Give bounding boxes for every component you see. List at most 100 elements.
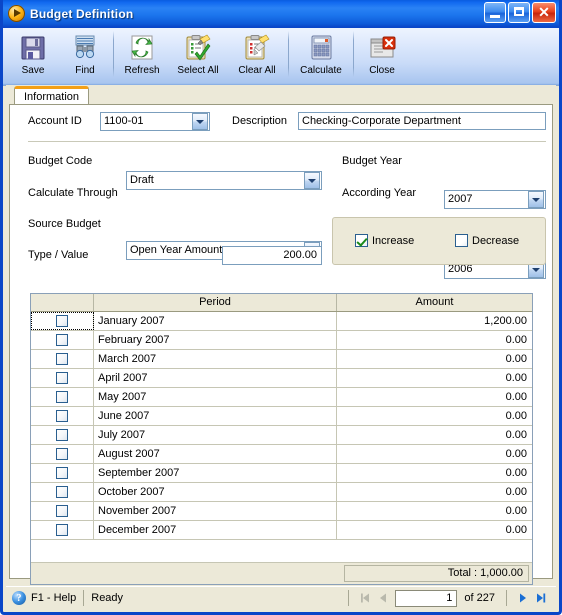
period-cell: January 2007 bbox=[94, 312, 337, 330]
budget-year-combo[interactable]: 2007 bbox=[444, 190, 546, 209]
grid-header-amount[interactable]: Amount bbox=[337, 294, 532, 311]
account-id-combo[interactable]: 1100-01 bbox=[100, 112, 210, 131]
checkbox-unchecked-icon[interactable] bbox=[56, 467, 68, 479]
status-message: Ready bbox=[91, 592, 124, 604]
find-button[interactable]: Find bbox=[59, 28, 111, 82]
row-select-cell[interactable] bbox=[31, 445, 94, 463]
chevron-down-icon[interactable] bbox=[528, 191, 544, 208]
account-id-label: Account ID bbox=[28, 115, 82, 127]
amount-cell[interactable]: 0.00 bbox=[337, 388, 532, 406]
row-select-cell[interactable] bbox=[31, 464, 94, 482]
chevron-down-icon[interactable] bbox=[304, 172, 320, 189]
row-select-cell[interactable] bbox=[31, 312, 94, 330]
floppy-disk-save-icon bbox=[18, 32, 48, 64]
table-row[interactable]: September 2007 0.00 bbox=[31, 464, 532, 483]
amount-cell[interactable]: 0.00 bbox=[337, 445, 532, 463]
table-row[interactable]: March 2007 0.00 bbox=[31, 350, 532, 369]
table-row[interactable]: February 2007 0.00 bbox=[31, 331, 532, 350]
period-cell: September 2007 bbox=[94, 464, 337, 482]
amount-cell[interactable]: 0.00 bbox=[337, 350, 532, 368]
budget-code-combo[interactable]: Draft bbox=[126, 171, 322, 190]
row-select-cell[interactable] bbox=[31, 369, 94, 387]
checkbox-unchecked-icon[interactable] bbox=[56, 334, 68, 346]
increase-decrease-group: Increase Decrease bbox=[332, 217, 546, 265]
minimize-button[interactable] bbox=[484, 2, 506, 23]
close-button[interactable]: ✕ bbox=[532, 2, 556, 23]
save-button[interactable]: Save bbox=[7, 28, 59, 82]
close-toolbar-label: Close bbox=[369, 65, 395, 76]
amount-cell[interactable]: 0.00 bbox=[337, 407, 532, 425]
toolbar: Save Find Refresh Select All Clear All C… bbox=[3, 28, 559, 86]
amount-cell[interactable]: 0.00 bbox=[337, 464, 532, 482]
period-cell: April 2007 bbox=[94, 369, 337, 387]
checkbox-unchecked-icon[interactable] bbox=[56, 429, 68, 441]
clipboard-eraser-icon bbox=[242, 32, 272, 64]
source-budget-label: Source Budget bbox=[28, 218, 101, 230]
table-row[interactable]: July 2007 0.00 bbox=[31, 426, 532, 445]
table-row[interactable]: June 2007 0.00 bbox=[31, 407, 532, 426]
row-select-cell[interactable] bbox=[31, 521, 94, 539]
chevron-down-icon[interactable] bbox=[192, 113, 208, 130]
row-select-cell[interactable] bbox=[31, 483, 94, 501]
calculate-through-label: Calculate Through bbox=[28, 187, 118, 199]
page-number-input[interactable]: 1 bbox=[395, 589, 458, 607]
checkbox-unchecked-icon[interactable] bbox=[56, 486, 68, 498]
maximize-button[interactable] bbox=[508, 2, 530, 23]
amount-cell[interactable]: 0.00 bbox=[337, 369, 532, 387]
tab-information[interactable]: Information bbox=[14, 86, 90, 106]
row-select-cell[interactable] bbox=[31, 331, 94, 349]
checkbox-unchecked-icon[interactable] bbox=[56, 505, 68, 517]
table-row[interactable]: November 2007 0.00 bbox=[31, 502, 532, 521]
grid-header-row: Period Amount bbox=[31, 294, 532, 312]
row-select-cell[interactable] bbox=[31, 502, 94, 520]
decrease-checkbox[interactable]: Decrease bbox=[455, 234, 519, 247]
last-record-icon[interactable] bbox=[532, 589, 550, 607]
checkbox-unchecked-icon[interactable] bbox=[56, 410, 68, 422]
calculate-button[interactable]: Calculate bbox=[291, 28, 351, 82]
grid-header-select[interactable] bbox=[31, 294, 94, 311]
description-input[interactable]: Checking-Corporate Department bbox=[298, 112, 546, 130]
period-cell: October 2007 bbox=[94, 483, 337, 501]
checkbox-unchecked-icon[interactable] bbox=[56, 391, 68, 403]
amount-cell[interactable]: 0.00 bbox=[337, 331, 532, 349]
previous-record-icon[interactable] bbox=[374, 589, 392, 607]
budget-year-label: Budget Year bbox=[342, 155, 402, 167]
row-select-cell[interactable] bbox=[31, 388, 94, 406]
refresh-button[interactable]: Refresh bbox=[116, 28, 168, 82]
table-row[interactable]: April 2007 0.00 bbox=[31, 369, 532, 388]
row-select-cell[interactable] bbox=[31, 350, 94, 368]
checkbox-unchecked-icon[interactable] bbox=[56, 448, 68, 460]
status-bar: ? F1 - Help Ready 1 of 227 bbox=[6, 586, 556, 609]
window-title: Budget Definition bbox=[30, 6, 134, 21]
close-toolbar-button[interactable]: Close bbox=[356, 28, 408, 82]
grid-header-period[interactable]: Period bbox=[94, 294, 337, 311]
select-all-button[interactable]: Select All bbox=[168, 28, 228, 82]
period-cell: November 2007 bbox=[94, 502, 337, 520]
amount-cell[interactable]: 0.00 bbox=[337, 426, 532, 444]
amount-cell[interactable]: 0.00 bbox=[337, 502, 532, 520]
first-record-icon[interactable] bbox=[356, 589, 374, 607]
period-cell: July 2007 bbox=[94, 426, 337, 444]
help-section[interactable]: ? F1 - Help bbox=[6, 589, 76, 607]
increase-label: Increase bbox=[372, 234, 415, 247]
table-row[interactable]: May 2007 0.00 bbox=[31, 388, 532, 407]
row-select-cell[interactable] bbox=[31, 407, 94, 425]
amount-cell[interactable]: 1,200.00 bbox=[337, 312, 532, 330]
checkbox-unchecked-icon[interactable] bbox=[56, 315, 68, 327]
clear-all-button[interactable]: Clear All bbox=[228, 28, 286, 82]
table-row[interactable]: January 2007 1,200.00 bbox=[31, 312, 532, 331]
row-select-cell[interactable] bbox=[31, 426, 94, 444]
checkbox-unchecked-icon[interactable] bbox=[56, 372, 68, 384]
increase-checkbox[interactable]: Increase bbox=[355, 234, 414, 247]
amount-cell[interactable]: 0.00 bbox=[337, 483, 532, 501]
table-row[interactable]: October 2007 0.00 bbox=[31, 483, 532, 502]
grid-footer: Total : 1,000.00 bbox=[31, 562, 532, 584]
next-record-icon[interactable] bbox=[514, 589, 532, 607]
table-row[interactable]: December 2007 0.00 bbox=[31, 521, 532, 540]
value-input[interactable]: 200.00 bbox=[222, 246, 322, 265]
information-tab-panel: Account ID 1100-01 Description Checking-… bbox=[9, 104, 553, 585]
checkbox-unchecked-icon[interactable] bbox=[56, 524, 68, 536]
table-row[interactable]: August 2007 0.00 bbox=[31, 445, 532, 464]
amount-cell[interactable]: 0.00 bbox=[337, 521, 532, 539]
checkbox-unchecked-icon[interactable] bbox=[56, 353, 68, 365]
